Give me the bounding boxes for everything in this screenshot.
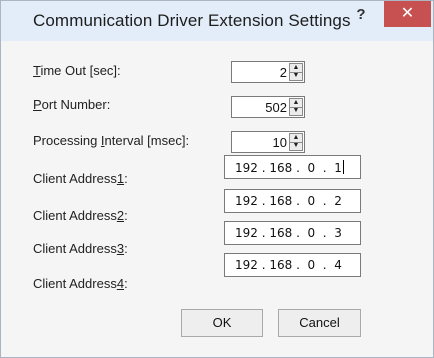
client-address-1-label: Client Address1:: [33, 171, 128, 186]
timeout-spin-buttons[interactable]: ▲ ▼: [289, 63, 303, 81]
timeout-label: Time Out [sec]:: [33, 63, 121, 78]
client-address-2-label: Client Address2:: [33, 208, 128, 223]
help-button[interactable]: ?: [347, 4, 375, 26]
client-address-3-label: Client Address3:: [33, 241, 128, 256]
interval-spin-buttons[interactable]: ▲ ▼: [289, 133, 303, 151]
port-label: Port Number:: [33, 97, 111, 112]
interval-label: Processing Interval [msec]:: [33, 133, 190, 148]
dialog-title: Communication Driver Extension Settings: [33, 11, 351, 30]
timeout-value[interactable]: 2: [280, 65, 287, 80]
spin-down-icon[interactable]: ▼: [290, 142, 302, 150]
port-spinner[interactable]: 502 ▲ ▼: [231, 96, 305, 118]
client-address-4-label: Client Address4:: [33, 276, 128, 291]
interval-spinner[interactable]: 10 ▲ ▼: [231, 131, 305, 153]
port-spin-buttons[interactable]: ▲ ▼: [289, 98, 303, 116]
close-button[interactable]: ✕: [384, 1, 431, 27]
title-bar: Communication Driver Extension Settings …: [1, 1, 433, 41]
client-address-3-input[interactable]: 192 . 168 . 0 . 3: [224, 221, 361, 245]
client-address-3-value[interactable]: 192 . 168 . 0 . 3: [235, 226, 342, 240]
timeout-spinner[interactable]: 2 ▲ ▼: [231, 61, 305, 83]
client-address-2-input[interactable]: 192 . 168 . 0 . 2: [224, 189, 361, 213]
spin-down-icon[interactable]: ▼: [290, 72, 302, 80]
client-address-1-value[interactable]: 192 . 168 . 0 . 1: [235, 161, 342, 175]
client-address-4-value[interactable]: 192 . 168 . 0 . 4: [235, 258, 342, 272]
text-caret: [342, 160, 344, 174]
client-address-2-value[interactable]: 192 . 168 . 0 . 2: [235, 194, 342, 208]
spin-down-icon[interactable]: ▼: [290, 107, 302, 115]
client-address-4-input[interactable]: 192 . 168 . 0 . 4: [224, 253, 361, 277]
interval-value[interactable]: 10: [273, 135, 287, 150]
port-value[interactable]: 502: [265, 100, 287, 115]
cancel-button[interactable]: Cancel: [278, 309, 361, 337]
client-address-1-input[interactable]: 192 . 168 . 0 . 1: [224, 155, 361, 179]
extension-settings-dialog: Communication Driver Extension Settings …: [0, 0, 434, 358]
ok-button[interactable]: OK: [181, 309, 263, 337]
